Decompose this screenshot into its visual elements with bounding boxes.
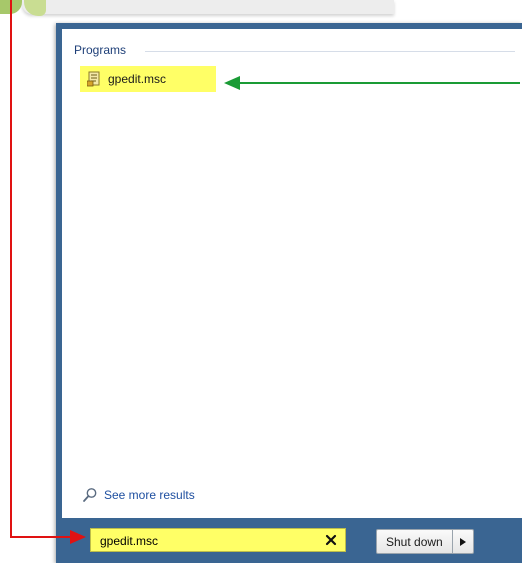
wallpaper-leaf-decoration [24,0,46,16]
wallpaper-leaf-decoration [0,0,22,14]
programs-section-header: Programs [74,43,127,57]
see-more-results-link[interactable]: See more results [82,487,195,503]
msc-file-icon [86,71,101,87]
shutdown-button-group: Shut down [376,529,474,554]
shutdown-options-button[interactable] [453,530,473,553]
shutdown-button[interactable]: Shut down [377,530,453,553]
section-divider [145,51,515,52]
start-menu-panel: Programs gpedit.msc See more results gpe… [56,23,522,563]
caret-right-icon [459,535,466,549]
start-menu-bottom-bar: gpedit.msc Shut down [62,518,522,563]
start-menu-results-area: Programs gpedit.msc See more results gpe… [62,29,522,563]
program-result-gpedit[interactable]: gpedit.msc [80,66,216,92]
search-input-value: gpedit.msc [100,534,159,548]
program-result-label: gpedit.msc [108,72,167,86]
search-input[interactable]: gpedit.msc [90,528,346,552]
shutdown-button-label: Shut down [386,534,443,549]
background-window-edge [22,0,394,14]
see-more-results-label: See more results [104,488,195,502]
close-icon[interactable] [325,534,337,546]
search-icon [82,487,98,503]
screenshot-stage: Programs gpedit.msc See more results gpe… [0,0,522,563]
